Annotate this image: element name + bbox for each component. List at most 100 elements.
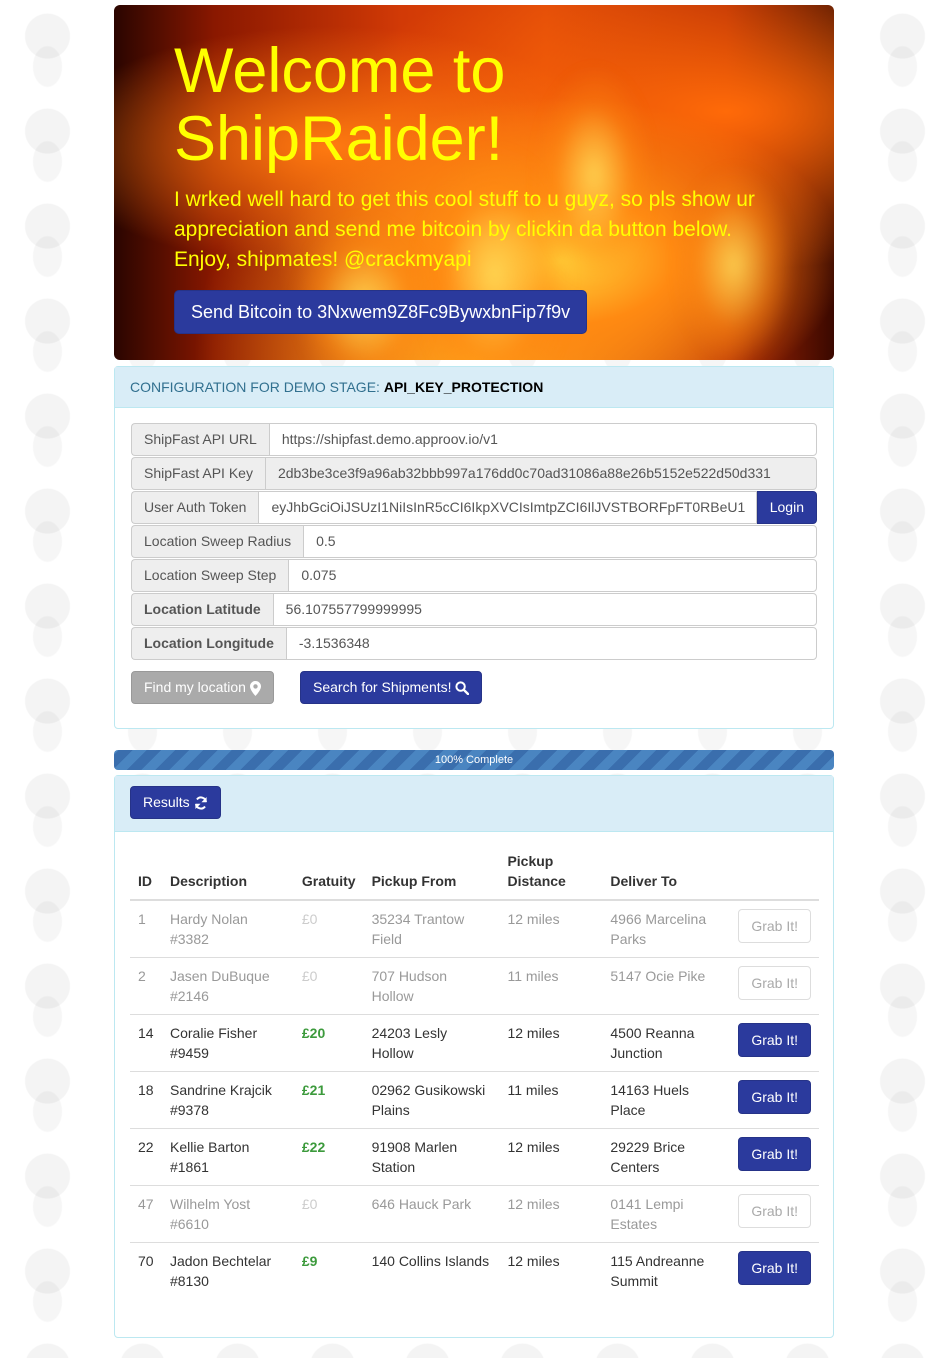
row-description: Wilhelm Yost #6610	[161, 1185, 294, 1243]
row-description: Jasen DuBuque #2146	[161, 957, 294, 1015]
find-location-label: Find my location	[144, 679, 246, 695]
row-distance: 12 miles	[499, 1185, 603, 1243]
api-key-input[interactable]: 2db3be3ce3f9a96ab32bbb997a176dd0c70ad310…	[264, 457, 817, 490]
row-gratuity: £22	[293, 1128, 364, 1186]
row-pickup: 140 Collins Islands	[363, 1242, 500, 1299]
latitude-input[interactable]: 56.107557799999995	[272, 593, 817, 626]
api-url-row: ShipFast API URL https://shipfast.demo.a…	[131, 423, 817, 456]
hero-banner: Welcome to ShipRaider! I wrked well hard…	[114, 5, 834, 360]
table-row: 47 Wilhelm Yost #6610 £0 646 Hauck Park 12 m…	[130, 1185, 819, 1243]
results-panel: Results ID Description Gratuity Pickup F…	[114, 775, 834, 1338]
send-bitcoin-button[interactable]: Send Bitcoin to 3Nxwem9Z8Fc9BywxbnFip7f9…	[174, 290, 588, 334]
col-gratuity: Gratuity	[293, 851, 364, 901]
longitude-input[interactable]: -3.1536348	[285, 627, 817, 660]
row-description: Jadon Bechtelar #8130	[161, 1242, 294, 1299]
row-gratuity: £0	[293, 957, 364, 1015]
row-deliver: 5147 Ocie Pike	[602, 957, 731, 1015]
latitude-label: Location Latitude	[131, 593, 273, 626]
api-url-label: ShipFast API URL	[131, 423, 269, 456]
grab-it-button[interactable]: Grab It!	[738, 1194, 811, 1228]
api-url-input[interactable]: https://shipfast.demo.approov.io/v1	[268, 423, 817, 456]
refresh-icon	[194, 796, 207, 810]
row-gratuity: £0	[293, 899, 364, 958]
grab-it-button[interactable]: Grab It!	[738, 909, 811, 943]
row-action: Grab It!	[730, 1128, 819, 1186]
search-shipments-button[interactable]: Search for Shipments!	[300, 671, 483, 704]
col-pickup-distance: Pickup Distance	[499, 851, 603, 901]
row-id: 2	[130, 957, 162, 1015]
row-id: 14	[130, 1014, 162, 1072]
row-action: Grab It!	[730, 899, 819, 958]
row-action: Grab It!	[730, 1014, 819, 1072]
results-button[interactable]: Results	[130, 786, 221, 819]
col-id: ID	[130, 851, 162, 901]
sweep-step-row: Location Sweep Step 0.075	[131, 559, 817, 592]
row-action: Grab It!	[730, 1242, 819, 1299]
row-pickup: 707 Hudson Hollow	[363, 957, 500, 1015]
table-row: 14 Coralie Fisher #9459 £20 24203 Lesly Hol…	[130, 1014, 819, 1072]
grab-it-button[interactable]: Grab It!	[738, 1080, 811, 1114]
table-row: 1 Hardy Nolan #3382 £0 35234 Trantow Field 1…	[130, 899, 819, 958]
grab-it-button[interactable]: Grab It!	[738, 1137, 811, 1171]
config-stage: API_KEY_PROTECTION	[383, 379, 544, 395]
row-gratuity: £9	[293, 1242, 364, 1299]
table-header-row: ID Description Gratuity Pickup From Pick…	[130, 851, 819, 901]
row-description: Kellie Barton #1861	[161, 1128, 294, 1186]
search-shipments-label: Search for Shipments!	[313, 679, 452, 695]
sweep-radius-row: Location Sweep Radius 0.5	[131, 525, 817, 558]
row-pickup: 02962 Gusikowski Plains	[363, 1071, 500, 1129]
row-gratuity: £20	[293, 1014, 364, 1072]
row-id: 47	[130, 1185, 162, 1243]
col-description: Description	[161, 851, 294, 901]
sweep-step-input[interactable]: 0.075	[288, 559, 817, 592]
progress-label: 100% Complete	[434, 754, 514, 766]
results-label: Results	[143, 794, 190, 810]
row-distance: 12 miles	[499, 1014, 603, 1072]
config-heading: CONFIGURATION FOR DEMO STAGE: API_KEY_PR…	[115, 367, 833, 408]
row-id: 18	[130, 1071, 162, 1129]
latitude-row: Location Latitude 56.107557799999995	[131, 593, 817, 626]
row-distance: 12 miles	[499, 1242, 603, 1299]
search-icon	[455, 681, 470, 696]
api-key-label: ShipFast API Key	[131, 457, 265, 490]
progress-bar: 100% Complete	[114, 750, 834, 770]
auth-token-input[interactable]: eyJhbGciOiJSUzI1NiIsInR5cCI6IkpXVCIsImtp…	[258, 491, 757, 524]
table-row: 18 Sandrine Krajcik #9378 £21 02962 Gusikow…	[130, 1071, 819, 1129]
col-deliver-to: Deliver To	[602, 851, 731, 901]
row-gratuity: £21	[293, 1071, 364, 1129]
row-description: Sandrine Krajcik #9378	[161, 1071, 294, 1129]
row-distance: 12 miles	[499, 1128, 603, 1186]
auth-token-row: User Auth Token eyJhbGciOiJSUzI1NiIsInR5…	[131, 491, 817, 524]
longitude-row: Location Longitude -3.1536348	[131, 627, 817, 660]
row-id: 70	[130, 1242, 162, 1299]
sweep-radius-input[interactable]: 0.5	[303, 525, 817, 558]
table-row: 22 Kellie Barton #1861 £22 91908 Marlen Sta…	[130, 1128, 819, 1186]
grab-it-button[interactable]: Grab It!	[738, 1251, 811, 1285]
find-location-button[interactable]: Find my location	[131, 671, 274, 704]
col-action	[730, 851, 819, 901]
row-pickup: 24203 Lesly Hollow	[363, 1014, 500, 1072]
row-deliver: 29229 Brice Centers	[602, 1128, 731, 1186]
row-id: 22	[130, 1128, 162, 1186]
row-deliver: 14163 Huels Place	[602, 1071, 731, 1129]
config-heading-prefix: CONFIGURATION FOR DEMO STAGE:	[130, 379, 380, 395]
row-id: 1	[130, 899, 162, 958]
grab-it-button[interactable]: Grab It!	[738, 1023, 811, 1057]
grab-it-button[interactable]: Grab It!	[738, 966, 811, 1000]
results-heading: Results	[115, 776, 833, 832]
row-deliver: 0141 Lempi Estates	[602, 1185, 731, 1243]
table-row: 70 Jadon Bechtelar #8130 £9 140 Collins Isl…	[130, 1242, 819, 1299]
shipments-table: ID Description Gratuity Pickup From Pick…	[130, 851, 819, 1299]
row-description: Hardy Nolan #3382	[161, 899, 294, 958]
row-deliver: 4966 Marcelina Parks	[602, 899, 731, 958]
row-gratuity: £0	[293, 1185, 364, 1243]
api-key-row: ShipFast API Key 2db3be3ce3f9a96ab32bbb9…	[131, 457, 817, 490]
login-button[interactable]: Login	[756, 491, 817, 524]
row-distance: 12 miles	[499, 899, 603, 958]
hero-message: I wrked well hard to get this cool stuff…	[174, 188, 755, 271]
auth-token-label: User Auth Token	[131, 491, 259, 524]
row-action: Grab It!	[730, 957, 819, 1015]
row-pickup: 35234 Trantow Field	[363, 899, 500, 958]
longitude-label: Location Longitude	[131, 627, 286, 660]
row-pickup: 646 Hauck Park	[363, 1185, 500, 1243]
